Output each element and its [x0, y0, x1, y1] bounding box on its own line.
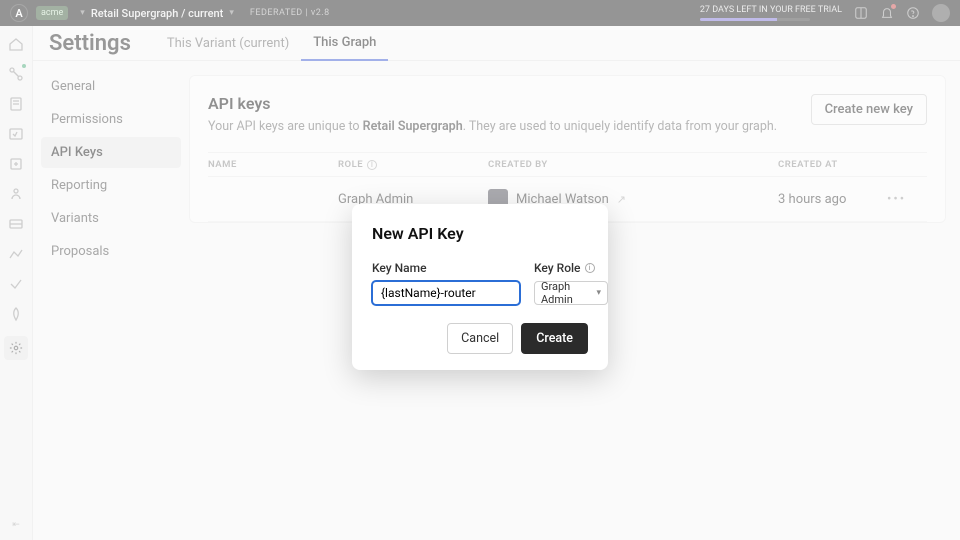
info-icon[interactable]: i [585, 263, 595, 273]
key-name-label: Key Name [372, 261, 520, 275]
key-role-label: Key Rolei [534, 261, 608, 275]
create-button[interactable]: Create [521, 323, 588, 354]
chevron-down-icon: ▾ [596, 288, 601, 298]
modal-title: New API Key [372, 224, 588, 243]
key-role-select[interactable]: Graph Admin▾ [534, 281, 608, 305]
new-api-key-modal: New API Key Key Name Key Rolei Graph Adm… [352, 204, 608, 370]
cancel-button[interactable]: Cancel [447, 323, 513, 354]
key-name-input[interactable] [372, 281, 520, 305]
